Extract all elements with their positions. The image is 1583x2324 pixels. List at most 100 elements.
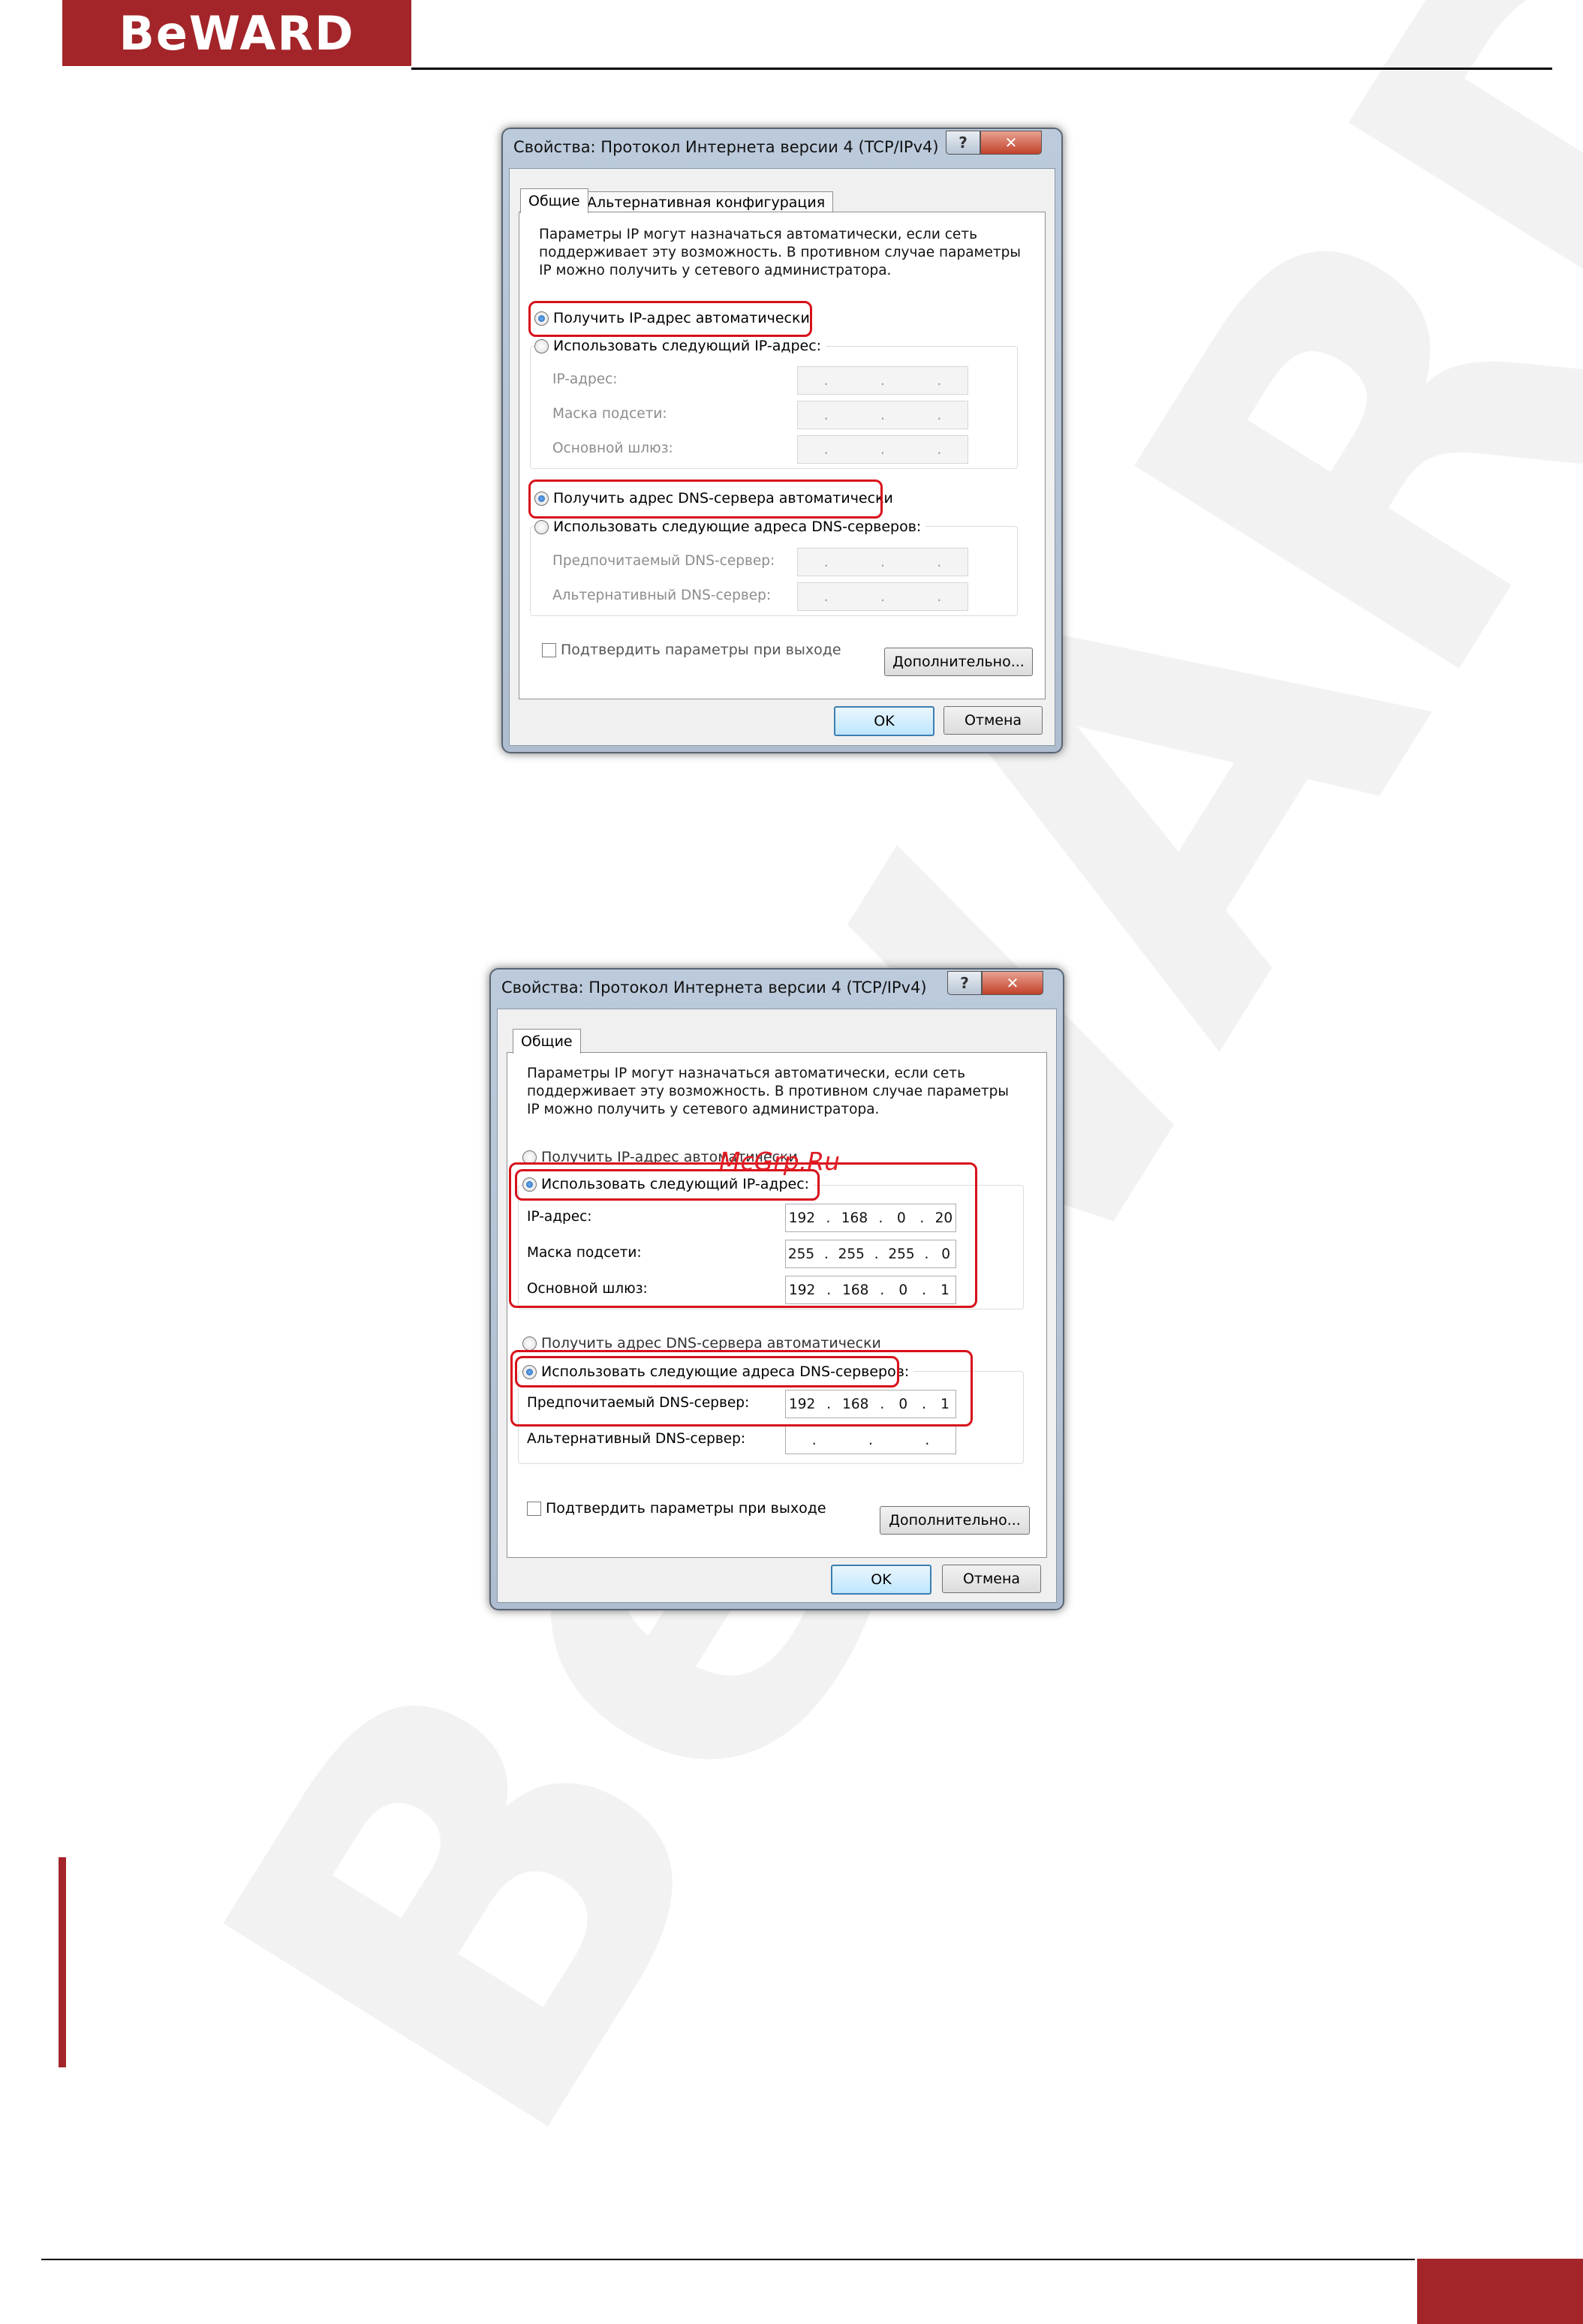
ip-octet: 0 [898,1282,908,1298]
confirm-on-exit-checkbox[interactable]: Подтвердить параметры при выходе [527,1500,826,1517]
description-line: поддерживает эту возможность. В противно… [539,245,1022,260]
help-button[interactable]: ? [946,131,980,155]
radio-manual-ip-label: Использовать следующий IP-адрес: [553,338,822,354]
preferred-dns-input[interactable]: ... [797,548,968,576]
help-button[interactable]: ? [947,971,982,995]
radio-selected-icon [534,491,549,506]
ip-dot: . [937,554,942,570]
ip-dot: . [823,588,829,605]
radio-unselected-icon [522,1150,537,1165]
general-panel: Параметры IP могут назначаться автоматич… [507,1052,1047,1558]
ip-dot: . [880,588,885,605]
advanced-button[interactable]: Дополнительно... [884,648,1033,676]
ip-octet: 0 [898,1396,908,1412]
side-accent-bar [59,1857,66,2067]
description-text: Параметры IP могут назначаться автоматич… [539,226,1021,280]
gateway-input[interactable]: ... [797,435,968,464]
subnet-mask-label: Маска подсети: [552,406,667,422]
alternate-dns-input[interactable]: ... [797,582,968,611]
ip-dot: . [924,1246,929,1262]
ip-octet: 168 [842,1396,869,1412]
radio-selected-icon [534,311,549,326]
cancel-button[interactable]: Отмена [942,1565,1041,1593]
radio-unselected-icon [522,1336,537,1351]
dialog-client: Общие Альтернативная конфигурация Параме… [509,168,1055,746]
ip-octet: 192 [788,1282,816,1298]
ip-dot: . [874,1246,879,1262]
ip-dot: . [823,1246,829,1262]
radio-manual-ip[interactable]: Использовать следующий IP-адрес: [534,338,826,354]
ip-dot: . [826,1210,831,1226]
preferred-dns-input[interactable]: 192. 168. 0. 1 [785,1390,956,1418]
ip-octet: 255 [787,1246,815,1262]
ip-dot: . [880,372,885,389]
dialog-client: Общие Параметры IP могут назначаться авт… [497,1009,1057,1603]
ip-octet: 1 [940,1396,949,1412]
ip-dot: . [868,1432,873,1448]
tab-general[interactable]: Общие [513,1029,581,1054]
header-rule [411,68,1552,70]
radio-auto-ip-label: Получить IP-адрес автоматически [553,310,810,326]
gateway-label: Основной шлюз: [552,440,673,456]
ip-dot: . [823,407,829,423]
radio-auto-ip[interactable]: Получить IP-адрес автоматически [534,310,810,326]
description-text: Параметры IP могут назначаться автоматич… [527,1065,1009,1119]
radio-manual-dns[interactable]: Использовать следующие адреса DNS-сервер… [522,1363,914,1380]
ip-octet: 255 [888,1246,915,1262]
radio-manual-dns[interactable]: Использовать следующие адреса DNS-сервер… [534,519,926,535]
ip-dot: . [880,441,885,458]
radio-manual-ip[interactable]: Использовать следующий IP-адрес: [522,1176,814,1192]
ip-octet: 192 [788,1210,815,1226]
advanced-button[interactable]: Дополнительно... [880,1506,1030,1535]
tab-general[interactable]: Общие [520,188,588,213]
ip-dot: . [880,407,885,423]
dialog-title: Свойства: Протокол Интернета версии 4 (T… [513,138,939,156]
ip-address-label: IP-адрес: [527,1209,592,1225]
description-line: IP можно получить у сетевого администрат… [527,1102,880,1117]
description-line: IP можно получить у сетевого администрат… [539,263,892,278]
confirm-on-exit-checkbox[interactable]: Подтвердить параметры при выходе [542,642,841,658]
radio-auto-dns-label: Получить адрес DNS-сервера автоматически [541,1335,881,1351]
tab-alternate-config[interactable]: Альтернативная конфигурация [579,191,834,213]
close-button[interactable]: ✕ [980,131,1042,155]
cancel-button[interactable]: Отмена [943,706,1043,735]
ip-address-label: IP-адрес: [552,371,618,387]
ip-dot: . [823,554,829,570]
confirm-on-exit-label: Подтвердить параметры при выходе [561,642,841,658]
gateway-input[interactable]: 192. 168. 0. 1 [785,1276,956,1304]
ip-dot: . [826,1282,832,1298]
ip-dot: . [937,372,942,389]
ip-dot: . [925,1432,930,1448]
ok-button[interactable]: OK [831,1565,931,1595]
radio-auto-dns[interactable]: Получить адрес DNS-сервера автоматически [534,490,893,507]
logo-text: BeWARD [119,5,355,61]
alternate-dns-input[interactable]: ... [785,1426,956,1454]
ip-dot: . [937,588,942,605]
ip-octet: 168 [841,1210,868,1226]
subnet-mask-input[interactable]: ... [797,401,968,429]
ip-octet: 255 [838,1246,865,1262]
mcgrp-watermark-link: McGrp.Ru [719,1147,841,1176]
radio-selected-icon [522,1177,537,1192]
ip-dot: . [937,441,942,458]
ip-address-input[interactable]: ... [797,366,968,395]
alternate-dns-label: Альтернативный DNS-сервер: [552,588,772,603]
dialog-titlebar: Свойства: Протокол Интернета версии 4 (T… [503,129,1061,168]
radio-unselected-icon [534,338,549,353]
ip-octet: 20 [934,1210,953,1226]
dialog-title: Свойства: Протокол Интернета версии 4 (T… [501,979,927,997]
confirm-on-exit-label: Подтвердить параметры при выходе [546,1500,826,1517]
close-button[interactable]: ✕ [982,971,1043,995]
ip-address-input[interactable]: 192. 168. 0. 20 [785,1204,956,1232]
preferred-dns-label: Предпочитаемый DNS-сервер: [527,1395,750,1411]
radio-unselected-icon [534,519,549,534]
tcpip-dialog-manual: Свойства: Протокол Интернета версии 4 (T… [489,968,1064,1610]
ok-button[interactable]: OK [834,706,934,736]
radio-auto-dns[interactable]: Получить адрес DNS-сервера автоматически [522,1335,881,1351]
general-panel: Параметры IP могут назначаться автоматич… [519,212,1046,699]
ip-octet: 0 [941,1246,950,1262]
ip-dot: . [826,1396,832,1412]
ip-dot: . [880,554,885,570]
subnet-mask-label: Маска подсети: [527,1245,642,1261]
subnet-mask-input[interactable]: 255. 255. 255. 0 [785,1240,956,1268]
